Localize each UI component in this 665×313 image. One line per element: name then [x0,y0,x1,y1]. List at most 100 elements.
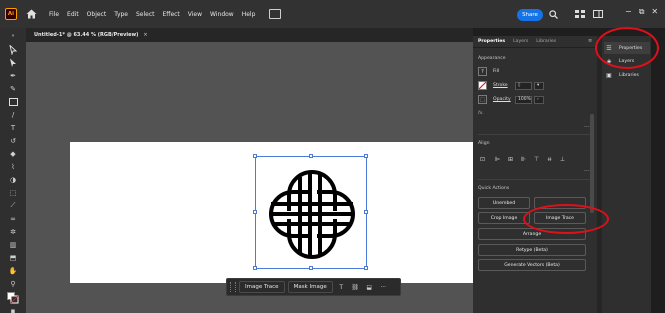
free-transform-tool-icon[interactable]: ⬚ [7,187,19,198]
home-icon[interactable] [25,8,37,20]
generate-vectors-button[interactable]: Generate Vectors (Beta) [478,259,586,271]
menu-view[interactable]: View [188,11,202,18]
canvas-area[interactable]: Image Trace Mask Image T ⛓ ⬓ ··· [26,42,473,313]
graph-tool-icon[interactable]: ▥ [7,239,19,250]
properties-panel: Properties Layers Libraries ≡ Appearance… [473,36,597,313]
menu-edit[interactable]: Edit [67,11,79,18]
width-tool-icon[interactable]: ⌇ [7,161,19,172]
panel-menu-icon[interactable]: ≡ [588,38,592,44]
section-divider [478,134,590,135]
eyedropper-tool-icon[interactable]: ⟋ [7,200,19,211]
tab-layers[interactable]: Layers [513,39,528,44]
shape-builder-tool-icon[interactable]: ◑ [7,174,19,185]
highlight-oval-image-trace [523,204,609,234]
close-icon[interactable]: ✕ [651,7,658,17]
pen-tool-icon[interactable]: ✒ [7,70,19,81]
search-icon[interactable] [547,9,559,19]
opacity-stepper[interactable]: › [534,95,544,104]
resize-handle[interactable] [309,266,313,270]
menu-effect[interactable]: Effect [163,11,180,18]
restore-icon[interactable]: ⧉ [639,7,645,17]
app-logo: Ai [5,8,17,20]
retype-button[interactable]: Retype (Beta) [478,244,586,256]
arrange-documents-icon[interactable] [269,9,282,19]
resize-handle[interactable] [309,154,313,158]
workspace-switcher-icon[interactable] [575,9,585,19]
unembed-button[interactable]: Unembed [478,197,530,209]
link-icon[interactable]: ⛓ [350,282,361,293]
opacity-field[interactable]: 100% [515,95,532,104]
opacity-icon: ⬚ [478,95,487,104]
eraser-tool-icon[interactable]: ◆ [7,148,19,159]
tab-properties[interactable]: Properties [478,39,505,44]
panel-scrollbar[interactable] [590,114,594,213]
crop-icon[interactable]: ⬓ [364,282,375,293]
tab-libraries[interactable]: Libraries [536,39,556,44]
appearance-more-icon[interactable]: ··· [584,124,590,131]
taskbar-image-trace-button[interactable]: Image Trace [239,281,285,293]
align-bottom-icon[interactable]: ⊥ [558,155,567,164]
stroke-weight-dropdown[interactable]: ▾ [534,81,544,90]
stroke-weight-field[interactable]: ◊ [515,81,532,90]
document-tab[interactable]: Untitled-1* @ 63.44 % (RGB/Preview) × [34,29,148,41]
align-right-icon[interactable]: ⊪ [519,155,528,164]
resize-handle[interactable] [364,210,368,214]
minimize-icon[interactable]: − [625,7,632,17]
celtic-knot-image[interactable] [256,157,368,270]
zoom-tool-icon[interactable]: ⚲ [7,278,19,289]
menu-object[interactable]: Object [87,11,107,18]
stroke-swatch[interactable] [478,81,487,90]
rectangle-tool-icon[interactable] [7,96,19,107]
type-tool-icon[interactable]: T [7,122,19,133]
menu-help[interactable]: Help [242,11,256,18]
selection-bounding-box[interactable] [253,154,368,270]
align-more-icon[interactable]: ··· [584,168,590,175]
menu-type[interactable]: Type [114,11,128,18]
drag-handle-icon[interactable] [230,282,236,292]
resize-handle[interactable] [253,210,257,214]
selection-tool-icon[interactable] [7,44,19,55]
menu-select[interactable]: Select [136,11,155,18]
dock-libraries[interactable]: ▣ Libraries [604,69,650,81]
resize-handle[interactable] [253,154,257,158]
stroke-row: Stroke ◊ ▾ [478,81,544,90]
properties-panel-tabs: Properties Layers Libraries [473,36,597,48]
main-menu: File Edit Object Type Select Effect View… [49,11,263,18]
color-mode-icon[interactable]: ▪ [7,305,19,313]
stroke-label[interactable]: Stroke [493,83,515,88]
align-title: Align [478,141,490,146]
resize-handle[interactable] [364,266,368,270]
menu-bar: Ai File Edit Object Type Select Effect V… [0,0,665,28]
align-center-icon[interactable]: ⊞ [506,155,515,164]
align-middle-icon[interactable]: ⧺ [545,155,554,164]
fill-row: ? Fill [478,67,499,76]
resize-handle[interactable] [253,266,257,270]
more-options-icon[interactable]: ··· [378,282,389,293]
panel-layout-icon[interactable] [593,9,603,19]
fill-swatch[interactable]: ? [478,67,487,76]
curvature-tool-icon[interactable]: ✎ [7,83,19,94]
rotate-tool-icon[interactable]: ↺ [7,135,19,146]
blend-tool-icon[interactable]: ∞ [7,213,19,224]
contextual-task-bar: Image Trace Mask Image T ⛓ ⬓ ··· [226,278,401,296]
fx-label[interactable]: fx. [478,111,484,116]
menu-window[interactable]: Window [210,11,234,18]
align-to-icon[interactable]: ⊡ [478,155,487,164]
align-top-icon[interactable]: ⊤ [532,155,541,164]
taskbar-mask-image-button[interactable]: Mask Image [287,281,333,293]
resize-handle[interactable] [364,154,368,158]
hand-tool-icon[interactable]: ✋ [7,265,19,276]
artboard-tool-icon[interactable]: ⬒ [7,252,19,263]
menu-file[interactable]: File [49,11,59,18]
paintbrush-tool-icon[interactable]: / [7,109,19,120]
align-left-icon[interactable]: ⊫ [493,155,502,164]
share-button[interactable]: Share [517,9,543,21]
text-tool-icon[interactable]: T [336,282,347,293]
opacity-label[interactable]: Opacity [493,97,515,102]
toolbar-collapse-icon[interactable]: « [7,30,19,41]
tab-close-icon[interactable]: × [143,32,147,38]
symbol-sprayer-tool-icon[interactable]: ✲ [7,226,19,237]
direct-selection-tool-icon[interactable] [7,57,19,68]
fill-stroke-swatch[interactable] [7,291,19,303]
dock-libraries-label: Libraries [619,72,639,78]
